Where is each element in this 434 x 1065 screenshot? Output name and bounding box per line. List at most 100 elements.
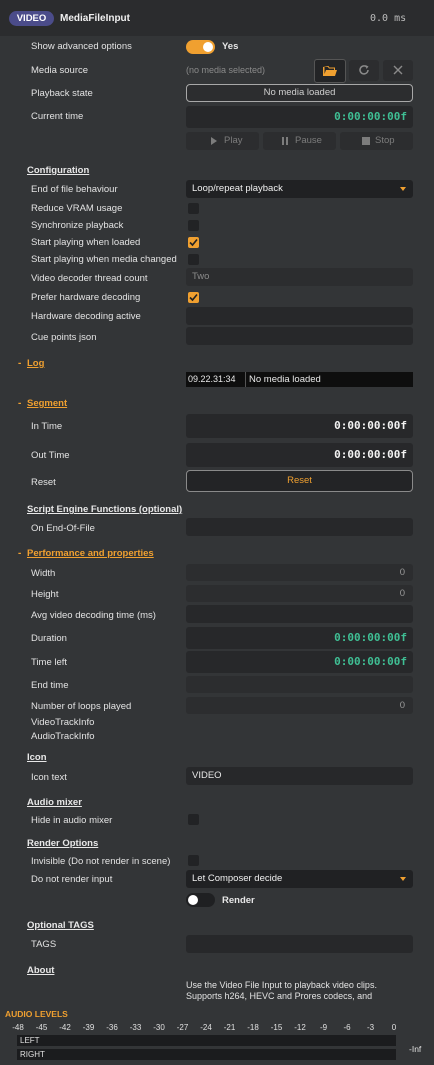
configuration-heading[interactable]: Configuration bbox=[27, 165, 89, 176]
audio-mixer-heading[interactable]: Audio mixer bbox=[27, 797, 82, 808]
sync-playback-label: Synchronize playback bbox=[31, 220, 124, 231]
start-changed-label: Start playing when media changed bbox=[31, 254, 177, 265]
width-label: Width bbox=[31, 568, 56, 579]
show-advanced-value: Yes bbox=[222, 41, 239, 52]
chevron-down-icon bbox=[400, 187, 406, 191]
scale-tick-label: -45 bbox=[35, 1023, 48, 1032]
hw-active-field bbox=[186, 307, 413, 325]
folder-icon bbox=[323, 66, 337, 76]
stop-button[interactable]: Stop bbox=[340, 132, 413, 150]
log-heading[interactable]: Log bbox=[27, 358, 44, 369]
icon-text-value: VIDEO bbox=[192, 770, 222, 781]
audio-levels-title: AUDIO LEVELS bbox=[5, 1009, 68, 1019]
icon-heading[interactable]: Icon bbox=[27, 752, 47, 763]
scale-tick-label: -9 bbox=[319, 1023, 328, 1032]
time-left-label: Time left bbox=[31, 657, 68, 668]
end-time-label: End time bbox=[31, 680, 69, 691]
hw-active-label: Hardware decoding active bbox=[31, 311, 141, 322]
current-time-label: Current time bbox=[31, 111, 84, 122]
icon-text-label: Icon text bbox=[31, 772, 67, 783]
reset-button[interactable]: Reset bbox=[186, 470, 413, 492]
duration-field: 0:00:00:00f bbox=[186, 627, 413, 649]
performance-collapse-icon[interactable]: - bbox=[18, 548, 21, 559]
width-value: 0 bbox=[399, 567, 405, 578]
show-advanced-label: Show advanced options bbox=[31, 41, 132, 52]
log-entry: 09.22.31:34 No media loaded bbox=[186, 372, 413, 387]
in-time-value: 0:00:00:00f bbox=[334, 419, 407, 432]
peak-value: -Inf bbox=[409, 1044, 422, 1054]
no-render-input-value: Let Composer decide bbox=[192, 873, 283, 884]
reset-label: Reset bbox=[31, 477, 56, 488]
scale-tick-label: -18 bbox=[247, 1023, 259, 1032]
play-button[interactable]: Play bbox=[186, 132, 259, 150]
icon-text-field[interactable]: VIDEO bbox=[186, 767, 413, 785]
time-left-value: 0:00:00:00f bbox=[334, 655, 407, 668]
scale-tick-label: -48 bbox=[12, 1023, 24, 1032]
media-source-label: Media source bbox=[31, 65, 89, 76]
node-header: VIDEO MediaFileInput 0.0 ms bbox=[0, 0, 434, 36]
prefer-hw-label: Prefer hardware decoding bbox=[31, 292, 141, 303]
clear-media-button[interactable] bbox=[383, 60, 413, 81]
tags-field[interactable] bbox=[186, 935, 413, 953]
pause-button[interactable]: Pause bbox=[263, 132, 336, 150]
in-time-field[interactable]: 0:00:00:00f bbox=[186, 414, 413, 438]
scale-tick-label: -6 bbox=[343, 1023, 351, 1032]
start-changed-checkbox[interactable] bbox=[188, 254, 199, 265]
end-time-field bbox=[186, 676, 413, 693]
hide-mixer-label: Hide in audio mixer bbox=[31, 815, 113, 826]
tags-label: TAGS bbox=[31, 939, 57, 950]
audio-track-info-label: AudioTrackInfo bbox=[31, 731, 95, 742]
no-render-input-dropdown[interactable]: Let Composer decide bbox=[186, 870, 413, 888]
show-advanced-toggle[interactable] bbox=[186, 40, 215, 54]
scale-tick-label: -36 bbox=[106, 1023, 118, 1032]
prefer-hw-checkbox[interactable] bbox=[188, 292, 199, 303]
end-of-file-label: End of file behaviour bbox=[31, 184, 118, 195]
play-icon bbox=[211, 137, 217, 145]
current-time-field: 0:00:00:00f bbox=[186, 106, 413, 128]
pause-icon bbox=[282, 137, 288, 145]
cue-points-field[interactable] bbox=[186, 327, 413, 345]
invisible-checkbox[interactable] bbox=[188, 855, 199, 866]
render-options-heading[interactable]: Render Options bbox=[27, 838, 98, 849]
hide-mixer-checkbox[interactable] bbox=[188, 814, 199, 825]
out-time-value: 0:00:00:00f bbox=[334, 448, 407, 461]
segment-collapse-icon[interactable]: - bbox=[18, 398, 21, 409]
performance-heading[interactable]: Performance and properties bbox=[27, 548, 154, 559]
out-time-field[interactable]: 0:00:00:00f bbox=[186, 443, 413, 467]
segment-heading[interactable]: Segment bbox=[27, 398, 67, 409]
sync-playback-checkbox[interactable] bbox=[188, 220, 199, 231]
scale-tick-label: 0 bbox=[391, 1023, 397, 1032]
start-loaded-label: Start playing when loaded bbox=[31, 237, 141, 248]
video-badge: VIDEO bbox=[9, 11, 54, 26]
scale-tick-label: -12 bbox=[294, 1023, 306, 1032]
left-label: LEFT bbox=[20, 1036, 40, 1045]
render-toggle[interactable] bbox=[186, 893, 215, 907]
script-heading[interactable]: Script Engine Functions (optional) bbox=[27, 504, 182, 515]
left-meter: LEFT bbox=[17, 1035, 396, 1046]
reduce-vram-label: Reduce VRAM usage bbox=[31, 203, 123, 214]
reload-icon bbox=[359, 65, 369, 75]
start-loaded-checkbox[interactable] bbox=[188, 237, 199, 248]
log-message: No media loaded bbox=[249, 374, 321, 385]
about-heading[interactable]: About bbox=[27, 965, 54, 976]
open-folder-button[interactable] bbox=[314, 59, 346, 83]
audio-levels-panel: AUDIO LEVELS -48 -45 -42 -39 -36 -33 -30 -27 -24… bbox=[0, 1004, 434, 1065]
thread-count-field[interactable]: Two bbox=[186, 268, 413, 286]
loops-value: 0 bbox=[399, 700, 405, 711]
playback-state-value: No media loaded bbox=[186, 84, 413, 102]
log-collapse-icon[interactable]: - bbox=[18, 358, 21, 369]
tags-heading[interactable]: Optional TAGS bbox=[27, 920, 94, 931]
end-of-file-value: Loop/repeat playback bbox=[192, 183, 283, 194]
processing-time: 0.0 ms bbox=[370, 13, 407, 24]
about-line-1: Use the Video File Input to playback vid… bbox=[186, 980, 377, 990]
end-of-file-dropdown[interactable]: Loop/repeat playback bbox=[186, 180, 413, 198]
on-eof-field[interactable] bbox=[186, 518, 413, 536]
reduce-vram-checkbox[interactable] bbox=[188, 203, 199, 214]
scale-tick-label: -39 bbox=[82, 1023, 95, 1032]
render-toggle-label: Render bbox=[222, 895, 255, 906]
reload-button[interactable] bbox=[349, 60, 379, 81]
scale-tick-label: -3 bbox=[366, 1023, 375, 1032]
close-icon bbox=[393, 65, 403, 75]
scale-tick-label: -30 bbox=[153, 1023, 165, 1032]
time-left-field: 0:00:00:00f bbox=[186, 651, 413, 673]
